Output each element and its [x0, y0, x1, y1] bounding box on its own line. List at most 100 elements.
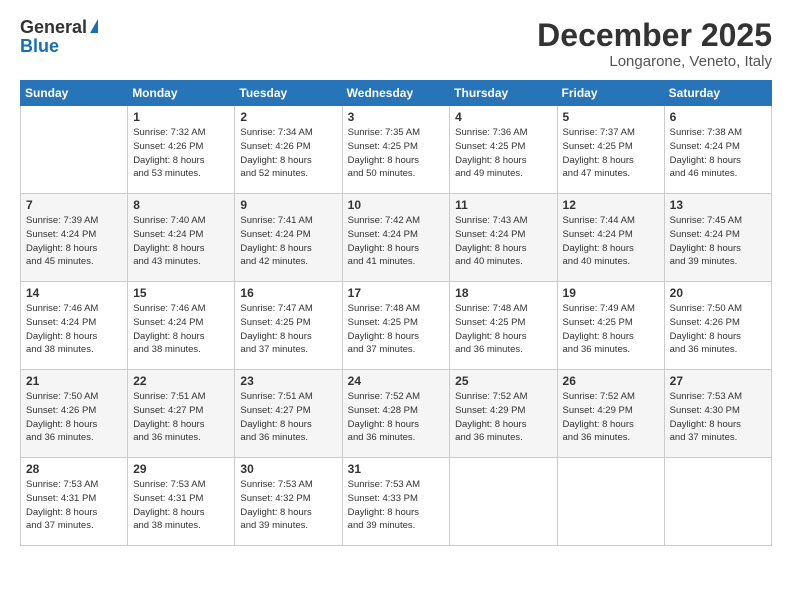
day-number: 27 — [670, 374, 766, 388]
calendar-cell: 8Sunrise: 7:40 AM Sunset: 4:24 PM Daylig… — [128, 194, 235, 282]
calendar-cell: 24 Sunrise: 7:52 AM Sunset: 4:28 PM Dayli… — [342, 370, 450, 458]
day-info: Sunrise: 7:46 AM Sunset: 4:24 PM Dayligh… — [133, 302, 229, 357]
day-number: 23 — [240, 374, 336, 388]
calendar-week-5: 28 Sunrise: 7:53 AM Sunset: 4:31 PM Dayli… — [21, 458, 772, 546]
calendar-cell: 26 Sunrise: 7:52 AM Sunset: 4:29 PM Dayli… — [557, 370, 664, 458]
day-info: Sunrise: 7:53 AM Sunset: 4:33 PM Dayligh… — [348, 478, 445, 533]
calendar-cell: 17 Sunrise: 7:48 AM Sunset: 4:25 PM Dayli… — [342, 282, 450, 370]
day-info: Sunrise: 7:47 AM Sunset: 4:25 PM Dayligh… — [240, 302, 336, 357]
calendar-cell: 27 Sunrise: 7:53 AM Sunset: 4:30 PM Dayli… — [664, 370, 771, 458]
calendar-week-2: 7Sunrise: 7:39 AM Sunset: 4:24 PM Daylig… — [21, 194, 772, 282]
header: General Blue December 2025 Longarone, Ve… — [20, 18, 772, 70]
title-location: Longarone, Veneto, Italy — [537, 53, 772, 70]
day-info: Sunrise: 7:53 AM Sunset: 4:31 PM Dayligh… — [133, 478, 229, 533]
day-info: Sunrise: 7:43 AM Sunset: 4:24 PM Dayligh… — [455, 214, 551, 269]
calendar-cell: 31 Sunrise: 7:53 AM Sunset: 4:33 PM Dayli… — [342, 458, 450, 546]
day-info: Sunrise: 7:44 AM Sunset: 4:24 PM Dayligh… — [563, 214, 659, 269]
day-info: Sunrise: 7:46 AM Sunset: 4:24 PM Dayligh… — [26, 302, 122, 357]
day-info: Sunrise: 7:39 AM Sunset: 4:24 PM Dayligh… — [26, 214, 122, 269]
calendar-header-thursday: Thursday — [450, 81, 557, 106]
logo-triangle-icon — [90, 19, 98, 33]
day-number: 9 — [240, 198, 336, 212]
day-info: Sunrise: 7:32 AM Sunset: 4:26 PM Dayligh… — [133, 126, 229, 181]
calendar-cell: 2 Sunrise: 7:34 AM Sunset: 4:26 PM Daylig… — [235, 106, 342, 194]
calendar-cell — [557, 458, 664, 546]
calendar-week-3: 14 Sunrise: 7:46 AM Sunset: 4:24 PM Dayli… — [21, 282, 772, 370]
day-number: 30 — [240, 462, 336, 476]
calendar-cell: 5 Sunrise: 7:37 AM Sunset: 4:25 PM Daylig… — [557, 106, 664, 194]
day-number: 20 — [670, 286, 766, 300]
day-number: 10 — [348, 198, 445, 212]
day-info: Sunrise: 7:48 AM Sunset: 4:25 PM Dayligh… — [455, 302, 551, 357]
day-info: Sunrise: 7:34 AM Sunset: 4:26 PM Dayligh… — [240, 126, 336, 181]
calendar-cell: 3Sunrise: 7:35 AM Sunset: 4:25 PM Daylig… — [342, 106, 450, 194]
day-number: 19 — [563, 286, 659, 300]
calendar-cell: 25 Sunrise: 7:52 AM Sunset: 4:29 PM Dayli… — [450, 370, 557, 458]
day-number: 31 — [348, 462, 445, 476]
calendar-cell: 12 Sunrise: 7:44 AM Sunset: 4:24 PM Dayli… — [557, 194, 664, 282]
day-number: 4 — [455, 110, 551, 124]
day-info: Sunrise: 7:51 AM Sunset: 4:27 PM Dayligh… — [240, 390, 336, 445]
day-number: 29 — [133, 462, 229, 476]
calendar-header-saturday: Saturday — [664, 81, 771, 106]
calendar-cell: 16Sunrise: 7:47 AM Sunset: 4:25 PM Dayli… — [235, 282, 342, 370]
day-info: Sunrise: 7:52 AM Sunset: 4:29 PM Dayligh… — [563, 390, 659, 445]
calendar-cell: 11 Sunrise: 7:43 AM Sunset: 4:24 PM Dayli… — [450, 194, 557, 282]
day-number: 2 — [240, 110, 336, 124]
calendar-week-4: 21Sunrise: 7:50 AM Sunset: 4:26 PM Dayli… — [21, 370, 772, 458]
calendar-header-friday: Friday — [557, 81, 664, 106]
calendar-cell: 13 Sunrise: 7:45 AM Sunset: 4:24 PM Dayli… — [664, 194, 771, 282]
logo: General Blue — [20, 18, 98, 57]
day-number: 5 — [563, 110, 659, 124]
calendar-cell: 7Sunrise: 7:39 AM Sunset: 4:24 PM Daylig… — [21, 194, 128, 282]
day-info: Sunrise: 7:50 AM Sunset: 4:26 PM Dayligh… — [26, 390, 122, 445]
calendar-cell: 4Sunrise: 7:36 AM Sunset: 4:25 PM Daylig… — [450, 106, 557, 194]
calendar-cell: 20 Sunrise: 7:50 AM Sunset: 4:26 PM Dayli… — [664, 282, 771, 370]
day-info: Sunrise: 7:53 AM Sunset: 4:32 PM Dayligh… — [240, 478, 336, 533]
calendar-header-wednesday: Wednesday — [342, 81, 450, 106]
day-number: 22 — [133, 374, 229, 388]
day-info: Sunrise: 7:37 AM Sunset: 4:25 PM Dayligh… — [563, 126, 659, 181]
day-info: Sunrise: 7:45 AM Sunset: 4:24 PM Dayligh… — [670, 214, 766, 269]
day-info: Sunrise: 7:52 AM Sunset: 4:28 PM Dayligh… — [348, 390, 445, 445]
day-info: Sunrise: 7:41 AM Sunset: 4:24 PM Dayligh… — [240, 214, 336, 269]
calendar-cell: 10 Sunrise: 7:42 AM Sunset: 4:24 PM Dayli… — [342, 194, 450, 282]
day-number: 25 — [455, 374, 551, 388]
calendar-cell — [664, 458, 771, 546]
calendar-cell: 30 Sunrise: 7:53 AM Sunset: 4:32 PM Dayli… — [235, 458, 342, 546]
calendar-cell: 14 Sunrise: 7:46 AM Sunset: 4:24 PM Dayli… — [21, 282, 128, 370]
calendar-header-sunday: Sunday — [21, 81, 128, 106]
day-number: 15 — [133, 286, 229, 300]
calendar-header-tuesday: Tuesday — [235, 81, 342, 106]
day-info: Sunrise: 7:50 AM Sunset: 4:26 PM Dayligh… — [670, 302, 766, 357]
day-info: Sunrise: 7:42 AM Sunset: 4:24 PM Dayligh… — [348, 214, 445, 269]
day-info: Sunrise: 7:53 AM Sunset: 4:31 PM Dayligh… — [26, 478, 122, 533]
day-number: 28 — [26, 462, 122, 476]
calendar-cell: 23 Sunrise: 7:51 AM Sunset: 4:27 PM Dayli… — [235, 370, 342, 458]
calendar-cell: 29 Sunrise: 7:53 AM Sunset: 4:31 PM Dayli… — [128, 458, 235, 546]
day-number: 14 — [26, 286, 122, 300]
day-info: Sunrise: 7:48 AM Sunset: 4:25 PM Dayligh… — [348, 302, 445, 357]
calendar-cell: 18 Sunrise: 7:48 AM Sunset: 4:25 PM Dayli… — [450, 282, 557, 370]
calendar-cell: 6Sunrise: 7:38 AM Sunset: 4:24 PM Daylig… — [664, 106, 771, 194]
calendar-cell: 19Sunrise: 7:49 AM Sunset: 4:25 PM Dayli… — [557, 282, 664, 370]
day-number: 24 — [348, 374, 445, 388]
day-info: Sunrise: 7:52 AM Sunset: 4:29 PM Dayligh… — [455, 390, 551, 445]
title-block: December 2025 Longarone, Veneto, Italy — [537, 18, 772, 70]
calendar-cell: 15 Sunrise: 7:46 AM Sunset: 4:24 PM Dayli… — [128, 282, 235, 370]
day-info: Sunrise: 7:53 AM Sunset: 4:30 PM Dayligh… — [670, 390, 766, 445]
day-info: Sunrise: 7:38 AM Sunset: 4:24 PM Dayligh… — [670, 126, 766, 181]
calendar-header-row: SundayMondayTuesdayWednesdayThursdayFrid… — [21, 81, 772, 106]
calendar-cell: 28 Sunrise: 7:53 AM Sunset: 4:31 PM Dayli… — [21, 458, 128, 546]
day-number: 1 — [133, 110, 229, 124]
day-number: 11 — [455, 198, 551, 212]
day-number: 18 — [455, 286, 551, 300]
calendar-cell: 22 Sunrise: 7:51 AM Sunset: 4:27 PM Dayli… — [128, 370, 235, 458]
day-number: 26 — [563, 374, 659, 388]
calendar-week-1: 1 Sunrise: 7:32 AM Sunset: 4:26 PM Daylig… — [21, 106, 772, 194]
day-info: Sunrise: 7:51 AM Sunset: 4:27 PM Dayligh… — [133, 390, 229, 445]
day-info: Sunrise: 7:35 AM Sunset: 4:25 PM Dayligh… — [348, 126, 445, 181]
day-number: 17 — [348, 286, 445, 300]
day-number: 13 — [670, 198, 766, 212]
day-number: 12 — [563, 198, 659, 212]
